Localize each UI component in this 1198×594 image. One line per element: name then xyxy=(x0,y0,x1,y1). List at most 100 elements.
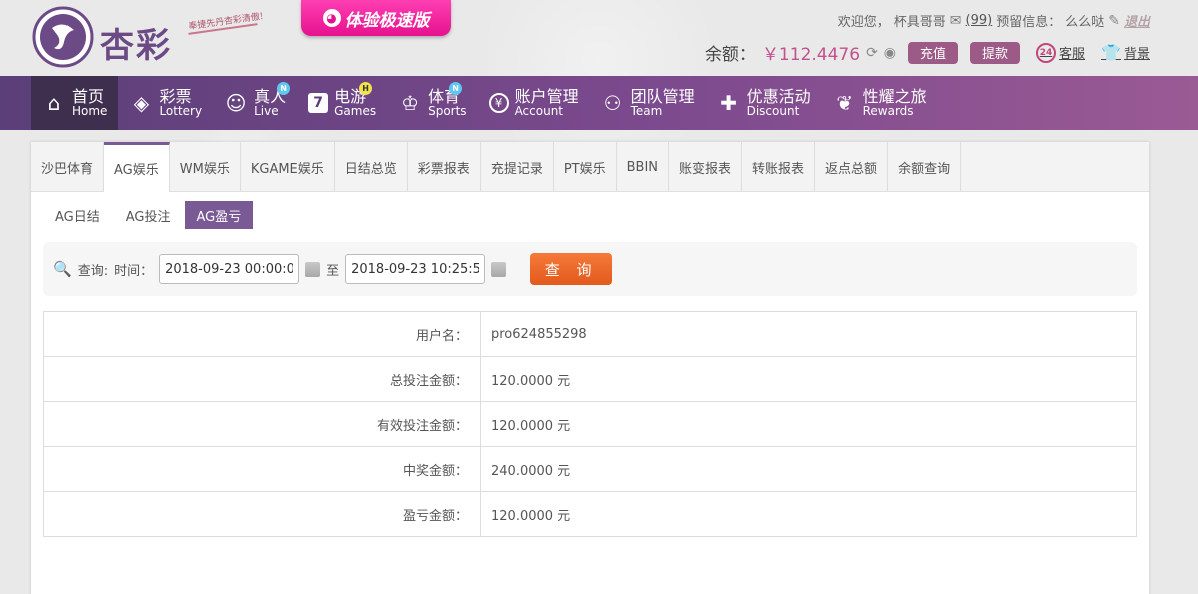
row-label: 有效投注金额： xyxy=(43,401,481,447)
nav-sports-en: Sports xyxy=(428,104,467,118)
nav-home-zh: 首页 xyxy=(72,87,105,106)
tab-kgame[interactable]: KGAME娱乐 xyxy=(241,142,335,192)
background-link[interactable]: 👕 背景 xyxy=(1101,43,1150,62)
nav-lottery[interactable]: ◈ 彩票 Lottery xyxy=(118,76,213,130)
seven-icon: 7 xyxy=(308,93,329,113)
nav-account[interactable]: ¥ 账户管理 Account xyxy=(478,76,590,130)
nav-discount[interactable]: ✚ 优惠活动 Discount xyxy=(706,76,822,130)
message-count-link[interactable]: (99) xyxy=(966,13,993,28)
subtab-ag-profit[interactable]: AG盈亏 xyxy=(184,201,254,229)
shirt-icon: 👕 xyxy=(1101,43,1121,62)
welcome-bar: 欢迎您， 杯具哥哥 ✉ (99) 预留信息： 么么哒 ✎ 退出 xyxy=(837,11,1150,31)
service-24-icon: 24 xyxy=(1036,42,1057,63)
subtab-ag-bets[interactable]: AG投注 xyxy=(114,201,183,229)
new-badge: N xyxy=(277,82,291,95)
edit-icon[interactable]: ✎ xyxy=(1108,13,1120,29)
tab-balance-query[interactable]: 余额查询 xyxy=(888,142,962,192)
nav-games-en: Games xyxy=(334,104,377,118)
withdraw-button[interactable]: 提款 xyxy=(970,41,1021,64)
nav-account-en: Account xyxy=(514,104,564,118)
tab-deposit-withdraw[interactable]: 充提记录 xyxy=(481,142,554,192)
notice-value: 么么哒 xyxy=(1065,15,1105,30)
nav-rewards[interactable]: ❦ 性耀之旅 Rewards xyxy=(822,76,938,130)
person-icon: ☺ xyxy=(225,91,247,115)
nav-live-en: Live xyxy=(254,104,279,118)
tab-bbin[interactable]: BBIN xyxy=(617,142,670,192)
query-button[interactable]: 查 询 xyxy=(530,253,613,285)
main-nav: ⌂ 首页 Home ◈ 彩票 Lottery ☺ 真人 Live N 7 电游 Game… xyxy=(0,76,1198,130)
time-label: 时间： xyxy=(114,263,154,279)
speed-version-label: 体验极速版 xyxy=(344,10,430,31)
ticket-icon: ◈ xyxy=(133,91,150,115)
subtab-ag-daily[interactable]: AG日结 xyxy=(43,201,112,229)
team-icon: ⚇ xyxy=(603,91,622,115)
tab-saba-sports[interactable]: 沙巴体育 xyxy=(31,142,105,192)
logout-link[interactable]: 退出 xyxy=(1124,11,1150,30)
row-value: 120.0000 元 xyxy=(480,401,1137,447)
nav-team-en: Team xyxy=(630,104,663,118)
table-row: 中奖金额： 240.0000 元 xyxy=(43,446,1137,492)
customer-service-link[interactable]: 24 客服 xyxy=(1036,42,1086,63)
welcome-text: 欢迎您， xyxy=(837,15,890,30)
tab-daily-overview[interactable]: 日结总览 xyxy=(335,142,408,192)
background-label: 背景 xyxy=(1123,47,1150,62)
table-row: 总投注金额： 120.0000 元 xyxy=(43,356,1137,402)
balance-bar: 余额： ￥112.4476 ⟳ ◉ 充值 提款 24 客服 👕 背景 xyxy=(705,40,1150,65)
balance-label: 余额： xyxy=(704,45,756,65)
row-value: pro624855298 xyxy=(480,311,1137,357)
nav-rewards-zh: 性耀之旅 xyxy=(862,87,927,106)
nav-team-zh: 团队管理 xyxy=(630,87,695,106)
username: 杯具哥哥 xyxy=(893,15,946,30)
nav-live[interactable]: ☺ 真人 Live N xyxy=(213,76,297,130)
nav-team[interactable]: ⚇ 团队管理 Team xyxy=(590,76,706,130)
row-value: 120.0000 元 xyxy=(480,356,1137,402)
table-row: 有效投注金额： 120.0000 元 xyxy=(43,401,1137,447)
calendar-icon[interactable] xyxy=(305,261,321,277)
nav-rewards-en: Rewards xyxy=(862,104,914,118)
tab-ag[interactable]: AG娱乐 xyxy=(104,142,170,192)
nav-games[interactable]: 7 电游 Games H xyxy=(297,76,387,130)
speed-version-button[interactable]: ◕ 体验极速版 xyxy=(301,0,451,36)
brand-name: 杏彩 xyxy=(100,26,172,66)
row-value: 240.0000 元 xyxy=(480,446,1137,492)
refresh-icon[interactable]: ⟳ xyxy=(866,45,878,61)
yen-icon: ¥ xyxy=(488,93,509,113)
query-label: 查询: xyxy=(77,263,109,279)
profit-table: 用户名： pro624855298 总投注金额： 120.0000 元 有效投注… xyxy=(43,311,1137,537)
nav-sports[interactable]: ♔ 体育 Sports N xyxy=(387,76,477,130)
calendar-icon[interactable] xyxy=(491,261,507,277)
nav-lottery-zh: 彩票 xyxy=(159,87,192,106)
row-label: 用户名： xyxy=(43,311,481,357)
tab-transfer-report[interactable]: 转账报表 xyxy=(742,142,816,192)
tab-account-change[interactable]: 账变报表 xyxy=(669,142,743,192)
row-label: 总投注金额： xyxy=(43,356,481,402)
nav-home[interactable]: ⌂ 首页 Home xyxy=(31,76,119,130)
nav-lottery-en: Lottery xyxy=(159,104,203,118)
balance-value: ￥112.4476 xyxy=(761,45,861,65)
start-time-input[interactable] xyxy=(159,254,300,284)
hide-eye-icon[interactable]: ◉ xyxy=(884,45,896,61)
tab-wm[interactable]: WM娱乐 xyxy=(170,142,241,192)
brand-logo[interactable] xyxy=(32,6,94,68)
end-time-input[interactable] xyxy=(345,254,486,284)
tab-lottery-report[interactable]: 彩票报表 xyxy=(408,142,481,192)
gift-icon: ✚ xyxy=(720,91,737,115)
report-panel: 沙巴体育 AG娱乐 WM娱乐 KGAME娱乐 日结总览 彩票报表 充提记录 PT… xyxy=(31,142,1149,594)
top-header: 杏彩 奉捷先丹杏彩清傲! ◕ 体验极速版 欢迎您， 杯具哥哥 ✉ (99) 预留… xyxy=(0,0,1198,76)
home-icon: ⌂ xyxy=(47,91,61,115)
new-badge: N xyxy=(449,82,463,95)
to-label: 至 xyxy=(326,263,340,279)
customer-service-label: 客服 xyxy=(1059,47,1086,62)
tab-pt[interactable]: PT娱乐 xyxy=(554,142,617,192)
row-label: 盈亏金额： xyxy=(43,491,481,537)
nav-account-zh: 账户管理 xyxy=(514,87,579,106)
query-bar: 🔍 查询: 时间： 至 查 询 xyxy=(43,242,1137,296)
nav-home-en: Home xyxy=(72,104,108,118)
row-value: 120.0000 元 xyxy=(480,491,1137,537)
nav-discount-en: Discount xyxy=(746,104,800,118)
recharge-button[interactable]: 充值 xyxy=(908,41,959,64)
table-row: 盈亏金额： 120.0000 元 xyxy=(43,491,1137,537)
tab-rebate-total[interactable]: 返点总额 xyxy=(815,142,889,192)
ag-subtabs: AG日结 AG投注 AG盈亏 xyxy=(31,192,1149,238)
mail-icon[interactable]: ✉ xyxy=(950,13,962,29)
